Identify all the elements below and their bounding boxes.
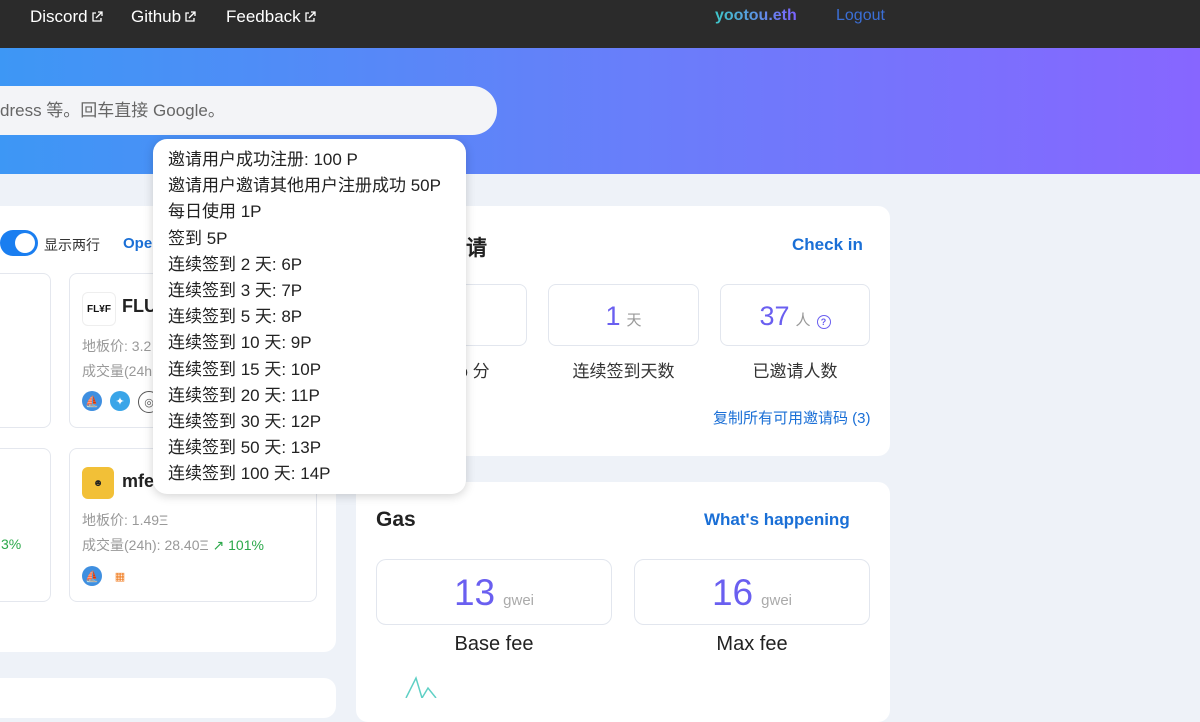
- opensea-icon[interactable]: ⛵: [82, 566, 102, 586]
- copy-invite-codes-link[interactable]: 复制所有可用邀请码 (3): [713, 407, 871, 428]
- twitter-icon[interactable]: ✦: [110, 391, 130, 411]
- external-link-icon: [305, 11, 316, 22]
- tooltip-line: 邀请用户邀请其他用户注册成功 50P: [168, 176, 441, 196]
- gas-title: Gas: [376, 508, 416, 531]
- mfer-logo-icon: ☻: [82, 467, 114, 499]
- tooltip-line: 邀请用户成功注册: 100 P: [168, 150, 358, 169]
- two-rows-toggle[interactable]: [0, 230, 38, 256]
- max-fee-value: 16: [711, 572, 754, 613]
- invited-count-stat: 37 人 ?: [720, 284, 870, 346]
- external-link-icon: [185, 11, 196, 22]
- tooltip-line: 连续签到 15 天: 10P: [168, 359, 322, 379]
- checkin-days-unit: 天: [626, 312, 642, 329]
- nft-name: mfe: [122, 471, 155, 491]
- nft-card-partial[interactable]: [0, 273, 51, 428]
- search-input[interactable]: [0, 86, 480, 135]
- feedback-link[interactable]: Feedback: [226, 7, 316, 27]
- external-link-icon: [91, 11, 103, 22]
- floor-price: 地板价: 1.49Ξ: [82, 512, 169, 528]
- gas-sparkline: [405, 675, 437, 698]
- tooltip-line: 连续签到 10 天: 9P: [168, 333, 312, 353]
- trend-up-icon: ↗: [212, 537, 229, 553]
- invited-count-label: 已邀请人数: [752, 362, 838, 381]
- flu-logo-icon: FL¥F: [82, 292, 116, 326]
- max-fee-unit: gwei: [761, 592, 792, 609]
- help-icon[interactable]: ?: [816, 315, 831, 329]
- tooltip-line: 连续签到 100 天: 14P: [168, 464, 331, 484]
- feedback-link-label: Feedback: [226, 7, 301, 26]
- tooltip-line: 每日使用 1P: [168, 202, 262, 222]
- base-fee-unit: gwei: [503, 592, 534, 609]
- logout-link[interactable]: Logout: [836, 7, 885, 25]
- tooltip-line: 签到 5P: [168, 228, 228, 248]
- looksrare-icon[interactable]: ▦: [110, 566, 130, 586]
- search-bar[interactable]: [0, 86, 497, 135]
- invite-title: 请: [466, 237, 487, 260]
- tooltip-line: 连续签到 3 天: 7P: [168, 280, 303, 300]
- invited-count-unit: 人: [795, 312, 811, 329]
- base-fee-label: Base fee: [454, 633, 534, 655]
- checkin-days-value: 1: [605, 301, 621, 331]
- tooltip-line: 连续签到 2 天: 6P: [168, 254, 303, 274]
- whats-happening-link[interactable]: What's happening: [704, 510, 850, 530]
- volume-24h: 成交量(24h: [82, 363, 153, 379]
- price-change: 3%: [1, 536, 22, 552]
- max-fee-label: Max fee: [716, 633, 788, 655]
- github-link[interactable]: Github: [131, 7, 196, 27]
- base-fee-box: 13 gwei: [376, 559, 612, 625]
- checkin-days-label: 连续签到天数: [572, 362, 675, 381]
- checkin-days-stat: 1 天: [548, 284, 699, 346]
- tooltip-line: 连续签到 50 天: 13P: [168, 438, 322, 458]
- volume-24h-value: 成交量(24h): 28.40Ξ: [82, 537, 209, 553]
- two-rows-toggle-label: 显示两行: [44, 237, 100, 253]
- nft-card-partial[interactable]: 3%: [0, 448, 51, 602]
- max-fee-box: 16 gwei: [634, 559, 870, 625]
- price-change: 101%: [228, 537, 264, 553]
- tooltip-line: 连续签到 30 天: 12P: [168, 411, 322, 431]
- github-link-label: Github: [131, 7, 182, 26]
- nft-name: FLU: [122, 296, 157, 316]
- ens-name[interactable]: yootou.eth: [715, 7, 797, 25]
- tooltip-line: 连续签到 5 天: 8P: [168, 307, 303, 327]
- check-in-button[interactable]: Check in: [792, 235, 863, 255]
- base-fee-value: 13: [453, 572, 496, 613]
- discord-link-label: Discord: [30, 7, 88, 26]
- lower-left-panel: [0, 678, 336, 718]
- discord-link[interactable]: Discord: [30, 7, 103, 27]
- opensea-icon[interactable]: ⛵: [82, 391, 102, 411]
- open-link[interactable]: Ope: [123, 235, 152, 252]
- floor-price: 地板价: 3.2: [82, 338, 152, 354]
- volume-24h: 成交量(24h): 28.40Ξ ↗ 101%: [82, 535, 264, 555]
- invited-count-value: 37: [759, 301, 790, 331]
- points-rules-tooltip: 邀请用户成功注册: 100 P 邀请用户邀请其他用户注册成功 50P 每日使用 …: [153, 139, 466, 494]
- tooltip-line: 连续签到 20 天: 11P: [168, 385, 320, 405]
